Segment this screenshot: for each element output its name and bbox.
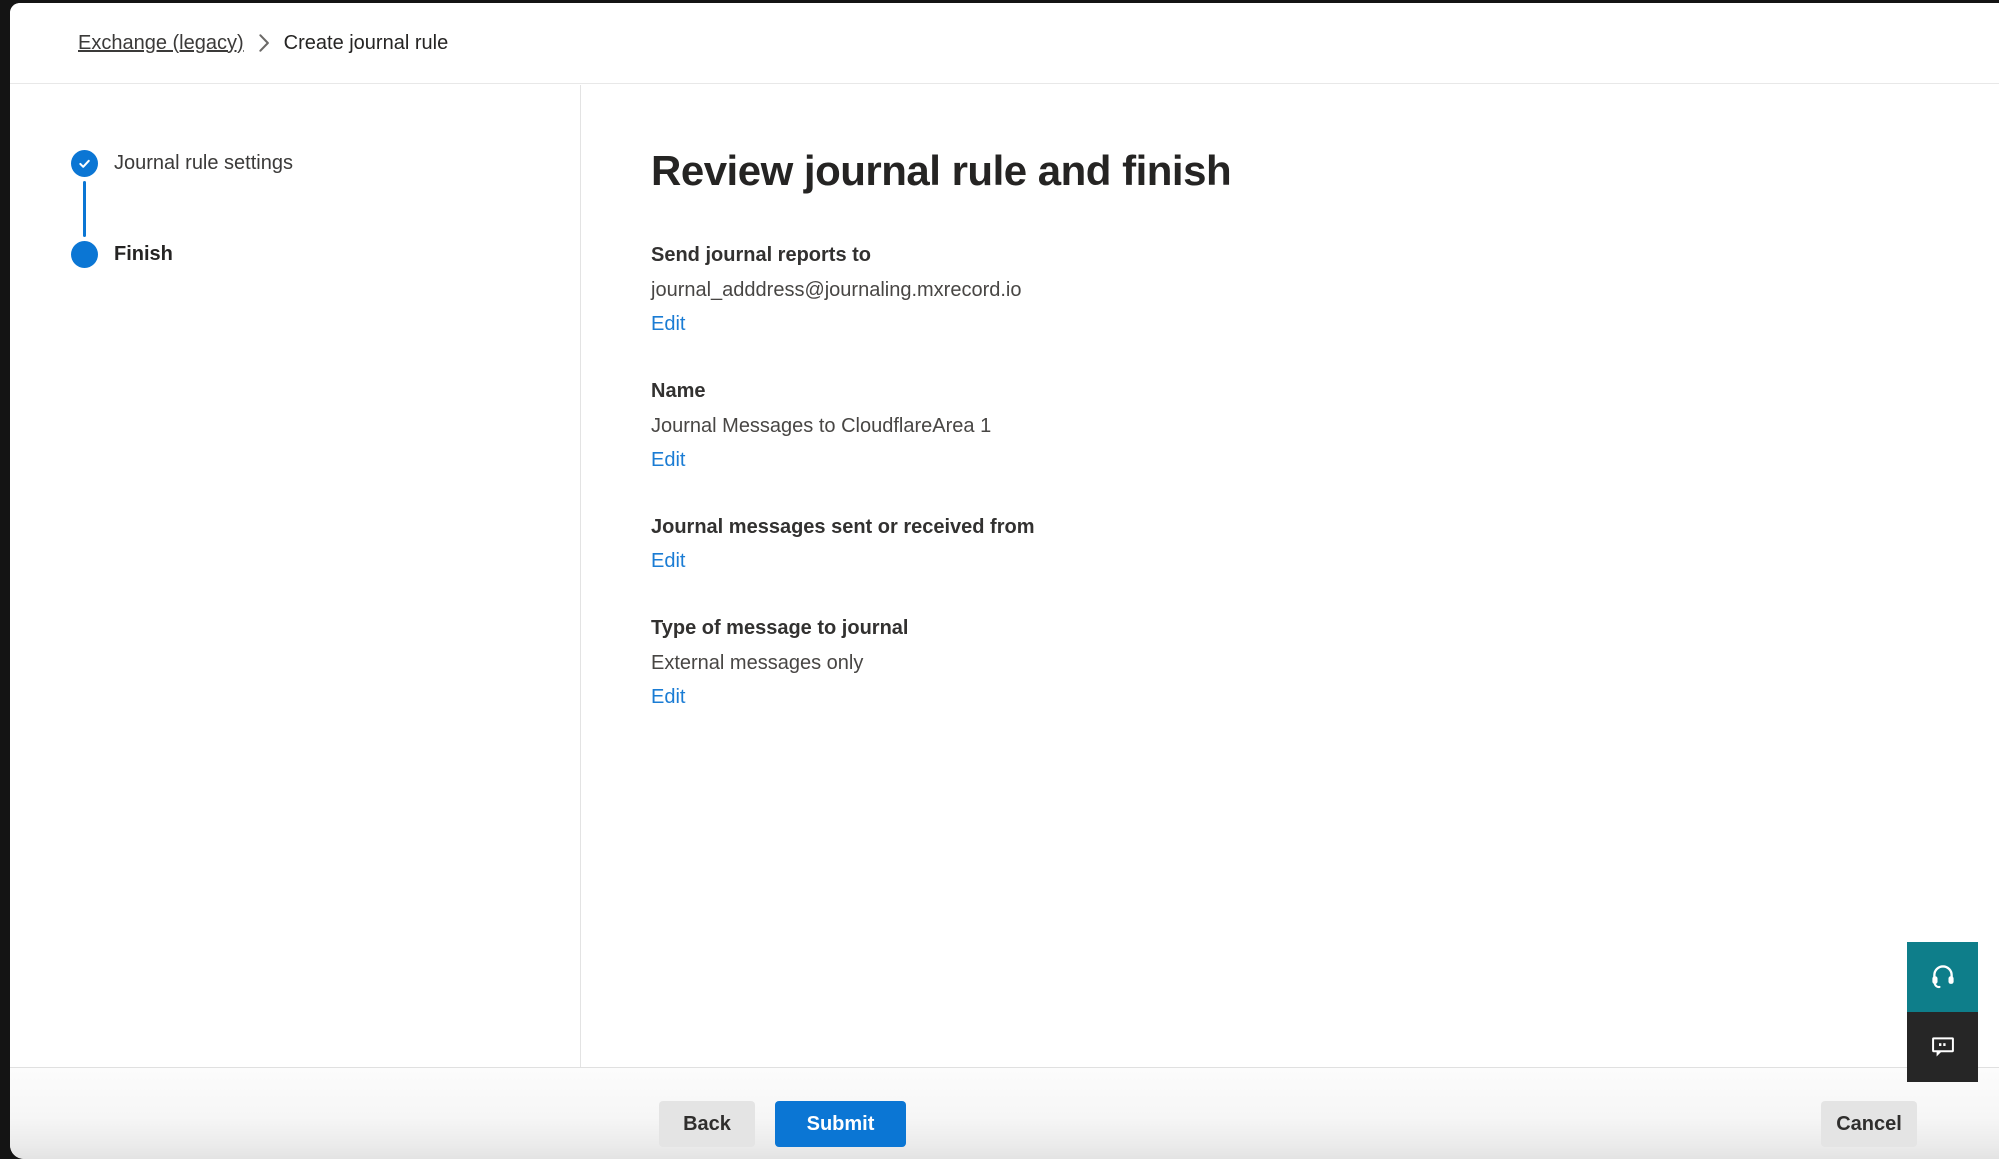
edit-journal-scope-link[interactable]: Edit bbox=[651, 548, 685, 575]
section-label: Send journal reports to bbox=[651, 242, 1959, 269]
review-section-name: Name Journal Messages to CloudflareArea … bbox=[651, 378, 1959, 474]
step-current-dot-icon bbox=[71, 241, 98, 268]
review-section-journal-scope: Journal messages sent or received from E… bbox=[651, 514, 1959, 575]
review-section-send-journal-reports: Send journal reports to journal_adddress… bbox=[651, 242, 1959, 338]
cancel-button[interactable]: Cancel bbox=[1821, 1101, 1917, 1147]
wizard-steps-sidebar: Journal rule settings Finish bbox=[10, 85, 581, 1067]
step-connector-line bbox=[83, 181, 86, 237]
chat-icon bbox=[1929, 1032, 1957, 1063]
section-value: journal_adddress@journaling.mxrecord.io bbox=[651, 277, 1959, 304]
chevron-right-icon bbox=[258, 34, 270, 52]
content-area: Journal rule settings Finish Review jour… bbox=[10, 85, 1999, 1067]
breadcrumb: Exchange (legacy) Create journal rule bbox=[78, 32, 448, 55]
section-label: Name bbox=[651, 378, 1959, 405]
back-button[interactable]: Back bbox=[659, 1101, 755, 1147]
app-window: Exchange (legacy) Create journal rule Jo… bbox=[10, 3, 1999, 1159]
page-title: Review journal rule and finish bbox=[651, 147, 1959, 195]
feedback-button[interactable] bbox=[1907, 1012, 1978, 1082]
edit-message-type-link[interactable]: Edit bbox=[651, 684, 685, 711]
wizard-step-journal-rule-settings[interactable]: Journal rule settings bbox=[71, 150, 580, 177]
review-panel: Review journal rule and finish Send jour… bbox=[581, 85, 1999, 1067]
edit-name-link[interactable]: Edit bbox=[651, 447, 685, 474]
top-bar: Exchange (legacy) Create journal rule bbox=[10, 3, 1999, 84]
support-button[interactable] bbox=[1907, 942, 1978, 1012]
footer-action-bar: Back Submit Cancel bbox=[10, 1067, 1999, 1159]
section-label: Journal messages sent or received from bbox=[651, 514, 1959, 541]
wizard-step-label: Journal rule settings bbox=[114, 152, 293, 175]
breadcrumb-current-page: Create journal rule bbox=[284, 32, 449, 55]
edit-send-journal-reports-link[interactable]: Edit bbox=[651, 311, 685, 338]
section-label: Type of message to journal bbox=[651, 615, 1959, 642]
wizard-step-finish: Finish bbox=[71, 241, 580, 268]
breadcrumb-exchange-legacy-link[interactable]: Exchange (legacy) bbox=[78, 32, 244, 55]
headset-icon bbox=[1929, 962, 1957, 993]
section-value: External messages only bbox=[651, 650, 1959, 677]
section-value: Journal Messages to CloudflareArea 1 bbox=[651, 413, 1959, 440]
step-completed-check-icon bbox=[71, 150, 98, 177]
review-section-message-type: Type of message to journal External mess… bbox=[651, 615, 1959, 711]
submit-button[interactable]: Submit bbox=[775, 1101, 906, 1147]
wizard-step-label: Finish bbox=[114, 243, 173, 266]
